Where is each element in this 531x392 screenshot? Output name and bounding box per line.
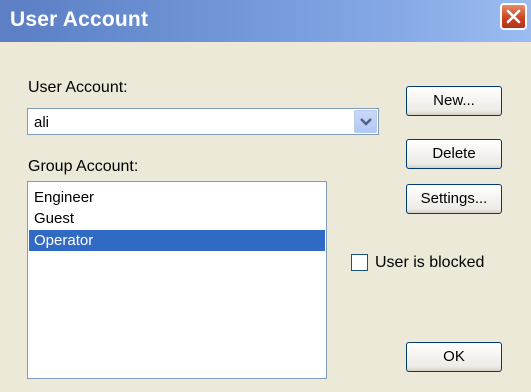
dropdown-button[interactable] bbox=[354, 110, 377, 133]
list-item-engineer[interactable]: Engineer bbox=[29, 187, 325, 208]
chevron-down-icon bbox=[360, 118, 372, 126]
settings-button[interactable]: Settings... bbox=[406, 184, 502, 214]
user-account-combobox[interactable]: ali bbox=[27, 108, 379, 135]
user-account-label: User Account: bbox=[28, 79, 128, 96]
user-blocked-checkbox[interactable] bbox=[351, 254, 368, 271]
new-button[interactable]: New... bbox=[406, 86, 502, 116]
list-item-guest[interactable]: Guest bbox=[29, 208, 325, 229]
user-blocked-label[interactable]: User is blocked bbox=[375, 254, 484, 272]
user-account-value: ali bbox=[34, 114, 50, 131]
close-button[interactable] bbox=[500, 3, 527, 30]
list-item-operator[interactable]: Operator bbox=[29, 230, 325, 251]
close-icon bbox=[506, 9, 521, 24]
user-account-dialog: User Account User Account: ali Group Acc… bbox=[0, 0, 531, 392]
delete-button[interactable]: Delete bbox=[406, 139, 502, 169]
window-title: User Account bbox=[10, 8, 149, 31]
ok-button[interactable]: OK bbox=[406, 342, 502, 372]
group-account-list[interactable]: Engineer Guest Operator bbox=[27, 181, 327, 379]
title-bar[interactable]: User Account bbox=[0, 0, 531, 42]
group-account-label: Group Account: bbox=[28, 158, 139, 175]
